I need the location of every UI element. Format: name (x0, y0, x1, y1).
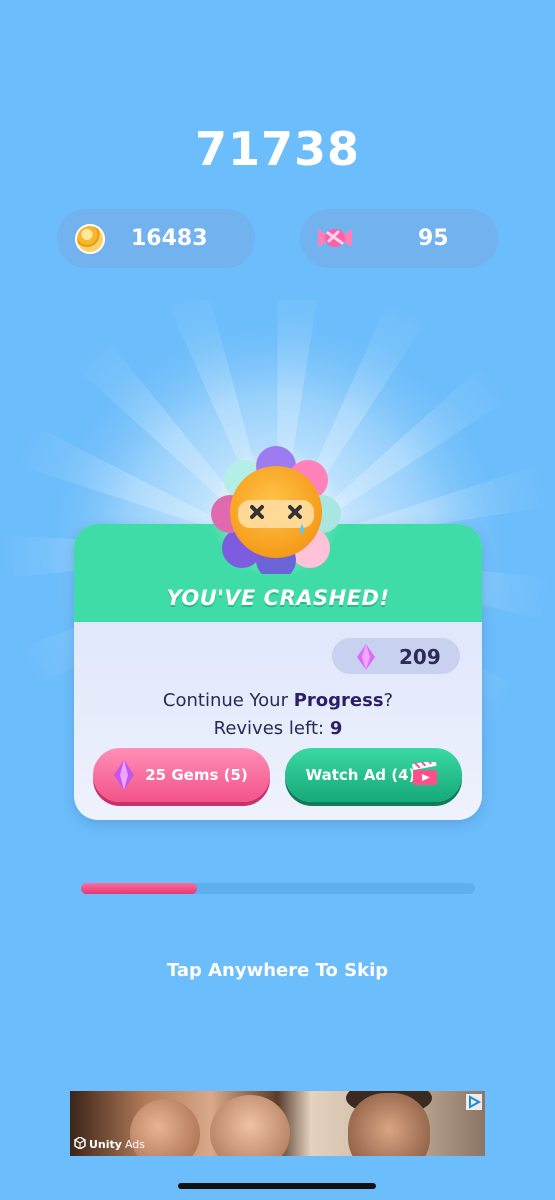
candy-counter: 95 (300, 209, 498, 268)
revives-value: 9 (329, 718, 343, 739)
revives-left: Revives left: 9 (74, 718, 482, 739)
skip-timer-progress (81, 883, 475, 894)
candy-value: 95 (418, 226, 449, 251)
gem-icon (356, 643, 376, 675)
ad-choices-icon[interactable] (466, 1094, 482, 1114)
dialog-title: YOU'VE CRASHED! (166, 586, 390, 610)
ad-button-label: Watch Ad (4) (305, 766, 416, 784)
gem-icon (113, 759, 135, 795)
skip-timer-fill (81, 883, 198, 894)
score-display: 71738 (194, 122, 361, 176)
coin-icon (75, 224, 105, 254)
ads-text: Ads (124, 1138, 146, 1151)
revives-label: Revives left: (213, 718, 330, 739)
clapperboard-icon (412, 757, 438, 790)
continue-prompt-prefix: Continue Your (162, 690, 294, 711)
gem-balance: 209 (332, 638, 460, 674)
revive-with-gems-button[interactable]: 25 Gems (5) (93, 748, 270, 802)
watch-ad-button[interactable]: Watch Ad (4) (285, 748, 462, 802)
gem-balance-value: 209 (399, 645, 441, 669)
continue-prompt: Continue Your Progress? (74, 690, 482, 711)
ad-image-person (210, 1095, 290, 1156)
ad-image-person (348, 1093, 430, 1156)
coin-value: 16483 (131, 226, 208, 251)
unity-logo-icon (74, 1136, 86, 1152)
candy-icon (316, 223, 354, 257)
unity-ads-label: Unity Ads (74, 1136, 146, 1152)
unity-brand: Unity (89, 1138, 122, 1151)
ad-banner[interactable]: Unity Ads (70, 1091, 485, 1156)
gems-button-label: 25 Gems (5) (145, 766, 248, 784)
continue-prompt-bold: Progress (293, 690, 384, 711)
crashed-ball-character (206, 444, 346, 580)
coin-counter: 16483 (57, 209, 255, 268)
tap-to-skip-text[interactable]: Tap Anywhere To Skip (0, 960, 555, 981)
continue-prompt-suffix: ? (383, 690, 394, 711)
home-indicator[interactable] (178, 1183, 376, 1189)
